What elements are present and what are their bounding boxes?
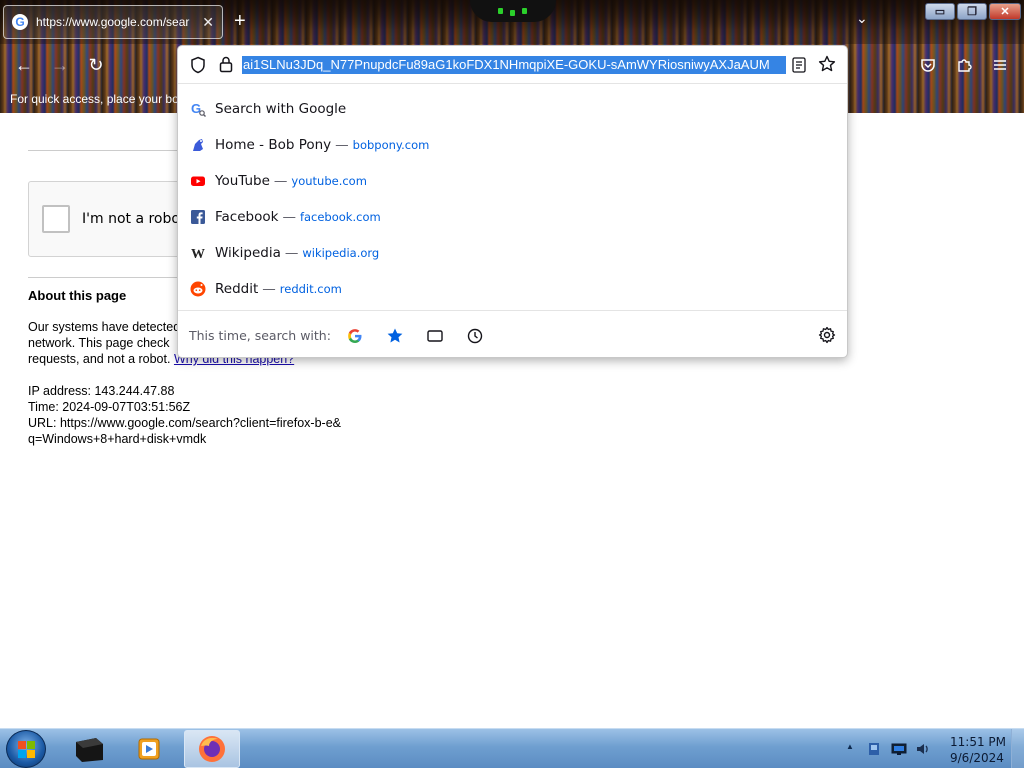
search-history-oneoff-button[interactable] — [464, 325, 486, 347]
window-title-notch — [470, 0, 556, 22]
youtube-icon — [190, 173, 206, 189]
windows-logo-icon — [18, 741, 26, 749]
hamburger-icon — [994, 60, 1006, 70]
tab-google[interactable]: G https://www.google.com/sear ✕ — [3, 5, 223, 39]
divider — [28, 277, 178, 278]
new-tab-button[interactable]: + — [234, 9, 246, 33]
search-google-oneoff-button[interactable] — [344, 325, 366, 347]
suggestion-bobpony[interactable]: Home - Bob Pony — bobpony.com — [178, 127, 847, 163]
google-favicon-icon: G — [12, 14, 28, 30]
show-hidden-icons-button[interactable]: ▲ — [846, 742, 854, 751]
about-text-line: network. This page check — [28, 336, 170, 350]
start-button[interactable] — [6, 730, 46, 768]
gear-icon[interactable] — [818, 326, 836, 344]
bobpony-icon — [190, 137, 206, 153]
reddit-icon — [190, 281, 206, 297]
one-off-label: This time, search with: — [189, 328, 331, 343]
tab-icon — [427, 330, 443, 342]
url-line: URL: https://www.google.com/search?clien… — [28, 416, 341, 430]
close-tab-icon[interactable]: ✕ — [202, 14, 214, 31]
bookmarks-toolbar-hint: For quick access, place your boo — [10, 92, 178, 106]
forward-button[interactable]: → — [47, 52, 73, 78]
suggestion-text: Search with Google — [215, 101, 347, 117]
back-button[interactable]: ← — [11, 52, 37, 78]
about-text-line: Our systems have detected — [28, 320, 181, 334]
suggestion-facebook[interactable]: Facebook — facebook.com — [178, 199, 847, 235]
taskbar: ▲ 11:51 PM 9/6/2024 — [0, 728, 1024, 768]
action-center-flag-icon[interactable] — [866, 741, 882, 757]
svg-text:W: W — [191, 247, 205, 261]
recaptcha-checkbox[interactable] — [42, 205, 70, 233]
time-line: Time: 2024-09-07T03:51:56Z — [28, 400, 191, 414]
lock-icon[interactable] — [218, 55, 234, 73]
about-text: requests, and not a robot. — [28, 352, 171, 366]
pocket-icon — [921, 59, 935, 72]
ip-address-line: IP address: 143.244.47.88 — [28, 384, 175, 398]
indicator-icon — [510, 10, 515, 16]
taskbar-app-media-player[interactable] — [121, 730, 177, 768]
tab-title: https://www.google.com/sear — [36, 15, 190, 29]
url-line: q=Windows+8+hard+disk+vmdk — [28, 432, 207, 446]
urlbar[interactable]: ai1SLNu3JDq_N77PnupdcFu89aG1koFDX1NHmqpi… — [178, 46, 847, 84]
restore-button[interactable]: ❐ — [957, 3, 987, 20]
google-search-icon: G — [190, 101, 206, 117]
extensions-button[interactable] — [951, 52, 977, 78]
urlbar-dropdown: ai1SLNu3JDq_N77PnupdcFu89aG1koFDX1NHmqpi… — [177, 45, 848, 358]
search-bookmarks-oneoff-button[interactable] — [384, 325, 406, 347]
show-desktop-button[interactable] — [1011, 729, 1024, 768]
suggestion-text: Home - Bob Pony — bobpony.com — [215, 137, 430, 153]
reader-view-icon[interactable] — [792, 57, 806, 73]
suggestion-search-with-google[interactable]: G Search with Google — [178, 91, 847, 127]
about-heading: About this page — [28, 288, 127, 303]
indicator-icon — [522, 8, 527, 14]
suggestion-text: Reddit — reddit.com — [215, 281, 342, 297]
suggestion-text: Facebook — facebook.com — [215, 209, 381, 225]
suggestion-wikipedia[interactable]: W Wikipedia — wikipedia.org — [178, 235, 847, 271]
suggestion-text: Wikipedia — wikipedia.org — [215, 245, 380, 261]
suggestion-reddit[interactable]: Reddit — reddit.com — [178, 271, 847, 307]
bookmark-star-icon[interactable] — [818, 55, 836, 73]
bookmark-star-icon — [387, 328, 403, 343]
windows-logo-icon — [27, 750, 35, 758]
puzzle-icon — [958, 59, 972, 72]
indicator-icon — [498, 8, 503, 14]
close-window-button[interactable]: ✕ — [989, 3, 1021, 20]
suggestion-text: YouTube — youtube.com — [215, 173, 367, 189]
media-player-icon — [138, 738, 160, 760]
windows-logo-icon — [27, 741, 35, 749]
suggestion-youtube[interactable]: YouTube — youtube.com — [178, 163, 847, 199]
google-icon — [348, 329, 362, 343]
windows-logo-icon — [18, 750, 26, 758]
menu-button[interactable] — [987, 52, 1013, 78]
url-input[interactable]: ai1SLNu3JDq_N77PnupdcFu89aG1koFDX1NHmqpi… — [242, 56, 786, 74]
clock-time[interactable]: 11:51 PM — [950, 735, 1006, 749]
wikipedia-icon: W — [190, 245, 206, 261]
reload-button[interactable]: ↻ — [83, 52, 109, 78]
pocket-button[interactable] — [915, 52, 941, 78]
tracking-protection-shield-icon[interactable] — [190, 56, 206, 74]
one-off-search-row: This time, search with: — [178, 310, 847, 358]
list-all-tabs-button[interactable]: ⌄ — [856, 10, 868, 27]
recaptcha-label: I'm not a robot — [82, 211, 186, 227]
network-monitor-icon[interactable] — [891, 741, 907, 757]
minimize-button[interactable]: ▭ — [925, 3, 955, 20]
clock-date[interactable]: 9/6/2024 — [950, 751, 1004, 765]
dark-drive-icon — [76, 738, 103, 762]
taskbar-app-explorer[interactable] — [61, 730, 117, 768]
volume-icon[interactable] — [915, 741, 931, 757]
firefox-icon — [199, 736, 225, 762]
facebook-icon — [190, 209, 206, 225]
history-clock-icon — [467, 328, 483, 344]
search-tabs-oneoff-button[interactable] — [424, 325, 446, 347]
taskbar-app-firefox[interactable] — [184, 730, 240, 768]
divider — [28, 150, 178, 151]
